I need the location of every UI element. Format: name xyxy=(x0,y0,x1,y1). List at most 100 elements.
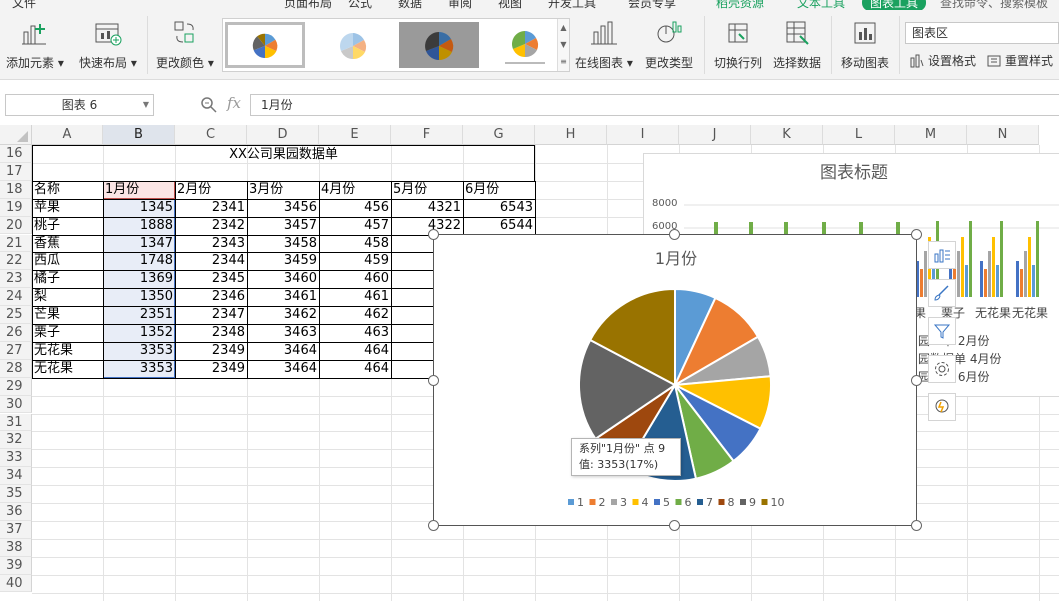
chart-style-1[interactable] xyxy=(225,22,305,68)
menu-view[interactable]: 视图 xyxy=(498,0,522,10)
column-header-g[interactable]: G xyxy=(463,125,535,145)
resize-handle[interactable] xyxy=(428,229,439,240)
value-cell[interactable]: 3353 xyxy=(103,342,175,360)
resize-handle[interactable] xyxy=(911,520,922,531)
name-box[interactable]: 图表 6 ▼ xyxy=(5,94,154,116)
menu-layout[interactable]: 页面布局 xyxy=(284,0,332,10)
value-cell[interactable]: 1888 xyxy=(103,217,175,235)
row-header-26[interactable]: 26 xyxy=(0,324,32,342)
search-hint[interactable]: 查找命令、搜索模板 xyxy=(940,0,1048,10)
value-cell[interactable]: 457 xyxy=(319,217,391,235)
column-header-f[interactable]: F xyxy=(391,125,463,145)
column-header-n[interactable]: N xyxy=(967,125,1039,145)
resize-handle[interactable] xyxy=(669,229,680,240)
menu-text-tools[interactable]: 文本工具 xyxy=(797,0,845,10)
row-header-17[interactable]: 17 xyxy=(0,162,32,181)
chart-style-4[interactable] xyxy=(485,22,565,68)
select-data-button[interactable]: 选择数据 xyxy=(773,14,821,76)
value-cell[interactable]: 3461 xyxy=(247,288,319,306)
column-header-c[interactable]: C xyxy=(175,125,247,145)
name-cell[interactable]: 梨 xyxy=(32,288,103,306)
value-cell[interactable]: 459 xyxy=(319,252,391,270)
column-header-i[interactable]: I xyxy=(607,125,679,145)
row-header-27[interactable]: 27 xyxy=(0,341,32,360)
header-cell[interactable]: 1月份 xyxy=(103,181,175,199)
value-cell[interactable]: 1748 xyxy=(103,252,175,270)
menu-docer[interactable]: 稻壳资源 xyxy=(716,0,764,10)
value-cell[interactable]: 2345 xyxy=(175,270,247,288)
chart-elements-button[interactable] xyxy=(928,241,956,269)
row-header-38[interactable]: 38 xyxy=(0,538,32,557)
value-cell[interactable]: 3456 xyxy=(247,199,319,217)
header-cell[interactable]: 6月份 xyxy=(463,181,535,199)
set-format-button[interactable]: 设置格式 xyxy=(910,52,976,69)
menu-file[interactable]: 文件 xyxy=(12,0,36,10)
value-cell[interactable]: 1369 xyxy=(103,270,175,288)
chart-settings-button[interactable] xyxy=(928,355,956,383)
legend-label-2[interactable]: 2 xyxy=(599,496,606,509)
row-header-28[interactable]: 28 xyxy=(0,359,32,378)
row-header-20[interactable]: 20 xyxy=(0,216,32,235)
name-cell[interactable]: 芒果 xyxy=(32,306,103,324)
resize-handle[interactable] xyxy=(669,520,680,531)
switch-row-col-button[interactable]: 切换行列 xyxy=(714,14,762,76)
chart-filter-button[interactable] xyxy=(928,317,956,345)
legend-label-10[interactable]: 10 xyxy=(771,496,785,509)
header-cell[interactable]: 2月份 xyxy=(175,181,247,199)
value-cell[interactable]: 1352 xyxy=(103,324,175,342)
value-cell[interactable]: 2346 xyxy=(175,288,247,306)
value-cell[interactable]: 2348 xyxy=(175,324,247,342)
gallery-up-icon[interactable]: ▲ xyxy=(558,19,569,36)
value-cell[interactable]: 462 xyxy=(319,306,391,324)
chevron-down-icon[interactable]: ▼ xyxy=(143,95,149,115)
value-cell[interactable]: 3353 xyxy=(103,360,175,378)
name-cell[interactable]: 西瓜 xyxy=(32,252,103,270)
menu-formula[interactable]: 公式 xyxy=(348,0,372,10)
gallery-scroll[interactable]: ▲ ▼ ≡ xyxy=(557,19,569,71)
legend-label-1[interactable]: 1 xyxy=(577,496,584,509)
value-cell[interactable]: 460 xyxy=(319,270,391,288)
value-cell[interactable]: 3462 xyxy=(247,306,319,324)
legend-label-9[interactable]: 9 xyxy=(749,496,756,509)
value-cell[interactable]: 4321 xyxy=(391,199,463,217)
value-cell[interactable]: 4322 xyxy=(391,217,463,235)
value-cell[interactable]: 3463 xyxy=(247,324,319,342)
row-header-30[interactable]: 30 xyxy=(0,395,32,414)
name-cell[interactable]: 栗子 xyxy=(32,324,103,342)
formula-input[interactable]: 1月份 xyxy=(250,94,1059,116)
fx-icon[interactable]: fx xyxy=(227,94,241,112)
add-element-button[interactable]: 添加元素 ▾ xyxy=(6,14,64,76)
column-header-d[interactable]: D xyxy=(247,125,319,145)
menu-review[interactable]: 审阅 xyxy=(448,0,472,10)
gallery-down-icon[interactable]: ▼ xyxy=(558,36,569,53)
value-cell[interactable]: 461 xyxy=(319,288,391,306)
resize-handle[interactable] xyxy=(911,375,922,386)
column-header-h[interactable]: H xyxy=(535,125,607,145)
column-header-e[interactable]: E xyxy=(319,125,391,145)
row-header-32[interactable]: 32 xyxy=(0,431,32,450)
online-chart-button[interactable]: 在线图表 ▾ xyxy=(575,14,633,76)
value-cell[interactable]: 1350 xyxy=(103,288,175,306)
resize-handle[interactable] xyxy=(428,375,439,386)
move-chart-button[interactable]: 移动图表 xyxy=(841,14,889,76)
sheet-title-cell[interactable]: XX公司果园数据单 xyxy=(32,146,535,164)
row-header-40[interactable]: 40 xyxy=(0,574,32,593)
value-cell[interactable]: 3464 xyxy=(247,342,319,360)
header-cell[interactable]: 4月份 xyxy=(319,181,391,199)
value-cell[interactable]: 2343 xyxy=(175,235,247,253)
legend-label-8[interactable]: 8 xyxy=(728,496,735,509)
value-cell[interactable]: 6543 xyxy=(463,199,535,217)
resize-handle[interactable] xyxy=(911,229,922,240)
quick-layout-button[interactable]: 快速布局 ▾ xyxy=(79,14,137,76)
resize-handle[interactable] xyxy=(428,520,439,531)
row-header-19[interactable]: 19 xyxy=(0,198,32,217)
menu-data[interactable]: 数据 xyxy=(398,0,422,10)
legend-label-6[interactable]: 6 xyxy=(685,496,692,509)
name-cell[interactable]: 苹果 xyxy=(32,199,103,217)
name-cell[interactable]: 橘子 xyxy=(32,270,103,288)
row-header-39[interactable]: 39 xyxy=(0,556,32,575)
row-header-22[interactable]: 22 xyxy=(0,252,32,271)
column-header-l[interactable]: L xyxy=(823,125,895,145)
column-header-m[interactable]: M xyxy=(895,125,967,145)
header-cell[interactable]: 5月份 xyxy=(391,181,463,199)
